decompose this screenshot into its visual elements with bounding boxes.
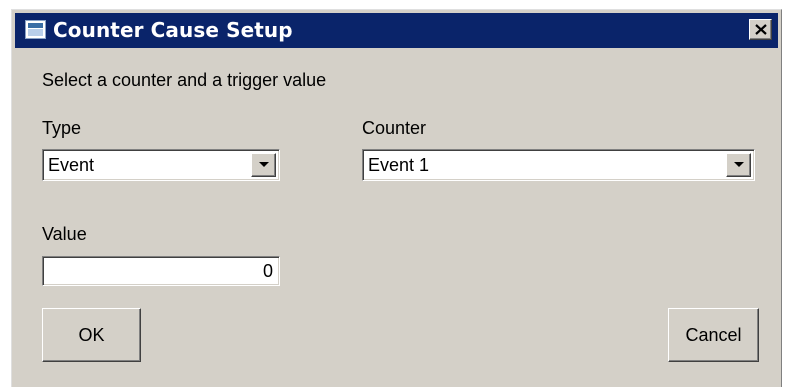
chevron-down-icon xyxy=(259,162,269,167)
ok-button[interactable]: OK xyxy=(42,308,141,362)
close-icon xyxy=(755,24,767,35)
counter-dropdown[interactable]: Event 1 xyxy=(362,149,755,181)
type-dropdown-button[interactable] xyxy=(251,153,276,177)
chevron-down-icon xyxy=(734,162,744,167)
title-bar[interactable]: Counter Cause Setup xyxy=(15,13,778,48)
counter-dropdown-button[interactable] xyxy=(726,153,751,177)
counter-cause-setup-dialog: Counter Cause Setup Select a counter and… xyxy=(11,9,782,387)
type-dropdown[interactable]: Event xyxy=(42,149,280,181)
cancel-button[interactable]: Cancel xyxy=(668,308,759,362)
type-label: Type xyxy=(42,118,82,138)
close-button[interactable] xyxy=(749,19,772,40)
value-input[interactable]: 0 xyxy=(42,256,280,286)
counter-dropdown-value: Event 1 xyxy=(368,155,430,175)
instruction-text: Select a counter and a trigger value xyxy=(42,70,327,90)
value-input-text: 0 xyxy=(262,261,273,281)
type-dropdown-value: Event xyxy=(48,155,95,175)
counter-label: Counter xyxy=(362,118,427,138)
value-label: Value xyxy=(42,224,87,244)
window-title: Counter Cause Setup xyxy=(53,18,293,42)
window-icon xyxy=(25,20,46,39)
